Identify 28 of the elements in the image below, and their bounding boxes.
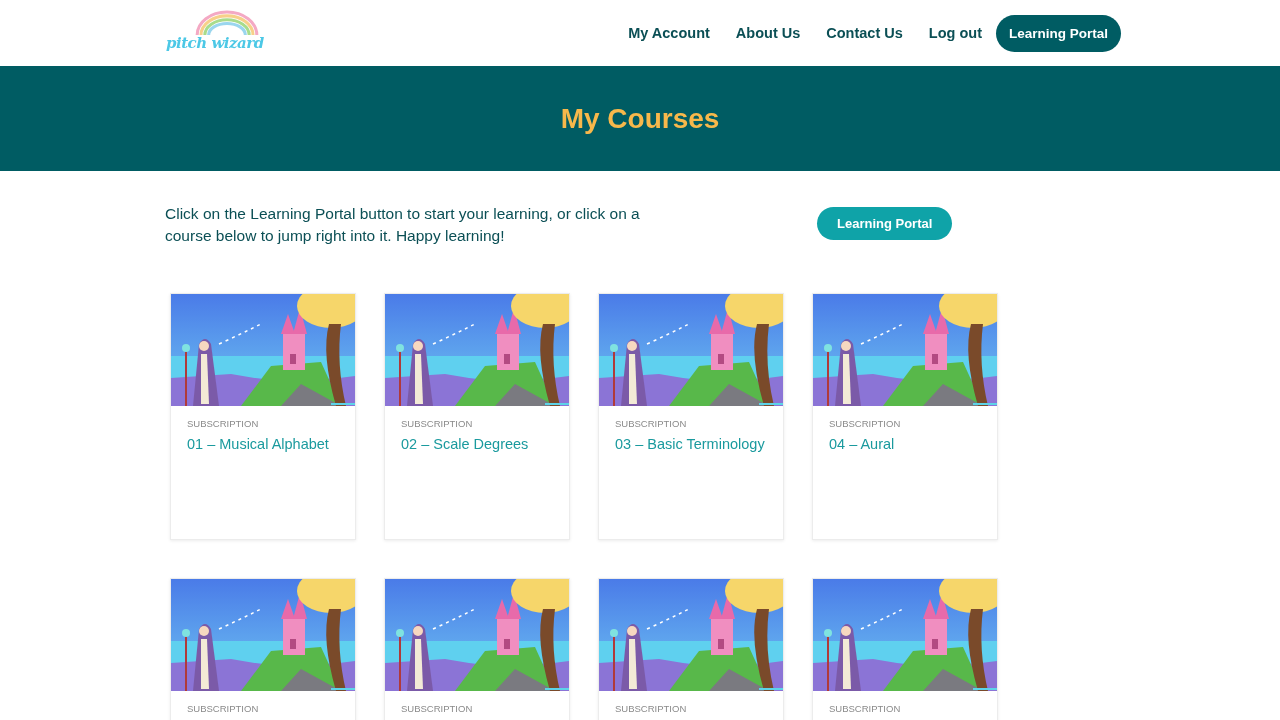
course-card[interactable]: SUBSCRIPTION	[384, 578, 570, 720]
course-category: SUBSCRIPTION	[401, 418, 474, 429]
nav-link[interactable]: Log out	[928, 25, 982, 41]
course-card[interactable]: SUBSCRIPTION 01 – Musical Alphabet	[170, 293, 356, 540]
course-category: SUBSCRIPTION	[615, 703, 688, 714]
intro-text: Click on the Learning Portal button to start your learning, or click on a course below to jump right into it. Happy learning!	[165, 204, 641, 246]
nav-button[interactable]: Learning Portal	[996, 14, 1121, 52]
learning-portal-button[interactable]: Learning Portal	[817, 207, 953, 240]
course-title[interactable]: 01 – Musical Alphabet	[187, 435, 339, 453]
nav-link[interactable]: My Account	[628, 25, 710, 41]
course-category: SUBSCRIPTION	[187, 418, 260, 429]
course-category: SUBSCRIPTION	[615, 418, 688, 429]
course-category: SUBSCRIPTION	[401, 703, 474, 714]
course-title[interactable]: 03 – Basic Terminology	[615, 435, 767, 453]
course-title[interactable]: 02 – Scale Degrees	[401, 435, 553, 453]
course-card[interactable]: SUBSCRIPTION 03 – Basic Terminology	[598, 293, 784, 540]
course-category: SUBSCRIPTION	[187, 703, 260, 714]
course-card[interactable]: SUBSCRIPTION	[598, 578, 784, 720]
course-card[interactable]: SUBSCRIPTION 02 – Scale Degrees	[384, 293, 570, 540]
nav-link[interactable]: About Us	[735, 25, 801, 41]
course-card[interactable]: SUBSCRIPTION	[170, 578, 356, 720]
course-category: SUBSCRIPTION	[829, 703, 902, 714]
course-category: SUBSCRIPTION	[829, 418, 902, 429]
course-card[interactable]: SUBSCRIPTION 04 – Aural	[812, 293, 998, 540]
nav-link[interactable]: Contact Us	[826, 25, 903, 41]
course-title[interactable]: 04 – Aural	[829, 435, 981, 453]
page-title: My Courses	[560, 102, 720, 135]
course-card[interactable]: SUBSCRIPTION	[812, 578, 998, 720]
